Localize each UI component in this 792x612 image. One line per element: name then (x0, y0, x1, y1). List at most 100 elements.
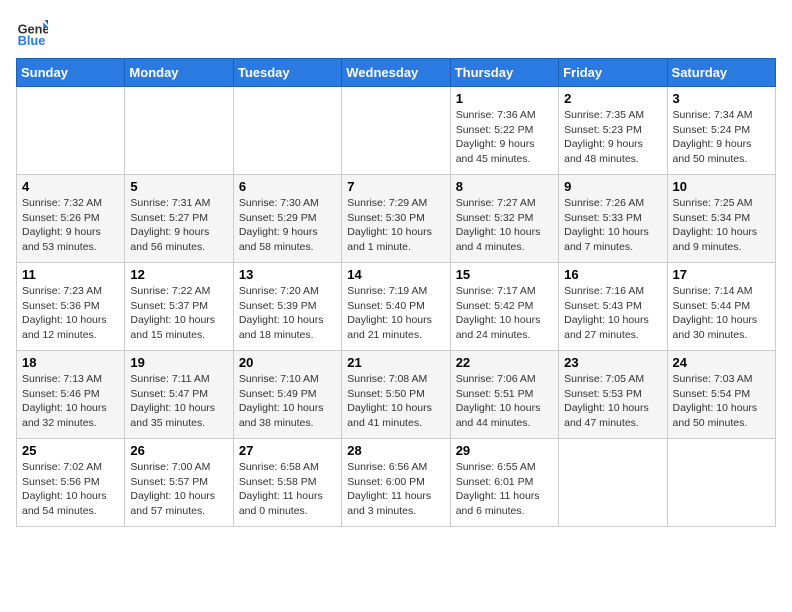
day-cell: 28 Sunrise: 6:56 AM Sunset: 6:00 PM Dayli… (342, 439, 450, 527)
day-info: Sunrise: 7:36 AM Sunset: 5:22 PM Dayligh… (456, 108, 553, 167)
day-cell: 14 Sunrise: 7:19 AM Sunset: 5:40 PM Dayli… (342, 263, 450, 351)
day-info: Sunrise: 7:05 AM Sunset: 5:53 PM Dayligh… (564, 372, 661, 431)
day-cell: 15 Sunrise: 7:17 AM Sunset: 5:42 PM Dayli… (450, 263, 558, 351)
day-number: 6 (239, 179, 336, 194)
day-cell: 25 Sunrise: 7:02 AM Sunset: 5:56 PM Dayli… (17, 439, 125, 527)
column-header-tuesday: Tuesday (233, 59, 341, 87)
day-number: 13 (239, 267, 336, 282)
day-info: Sunrise: 7:17 AM Sunset: 5:42 PM Dayligh… (456, 284, 553, 343)
day-number: 8 (456, 179, 553, 194)
day-info: Sunrise: 7:26 AM Sunset: 5:33 PM Dayligh… (564, 196, 661, 255)
day-info: Sunrise: 7:19 AM Sunset: 5:40 PM Dayligh… (347, 284, 444, 343)
day-cell: 5 Sunrise: 7:31 AM Sunset: 5:27 PM Daylig… (125, 175, 233, 263)
day-cell: 10Sunrise: 7:25 AM Sunset: 5:34 PM Dayli… (667, 175, 775, 263)
day-cell: 6 Sunrise: 7:30 AM Sunset: 5:29 PM Daylig… (233, 175, 341, 263)
day-number: 26 (130, 443, 227, 458)
day-cell (125, 87, 233, 175)
day-info: Sunrise: 7:31 AM Sunset: 5:27 PM Dayligh… (130, 196, 227, 255)
day-info: Sunrise: 7:30 AM Sunset: 5:29 PM Dayligh… (239, 196, 336, 255)
day-info: Sunrise: 7:10 AM Sunset: 5:49 PM Dayligh… (239, 372, 336, 431)
day-cell (559, 439, 667, 527)
day-cell: 24 Sunrise: 7:03 AM Sunset: 5:54 PM Dayli… (667, 351, 775, 439)
day-number: 17 (673, 267, 770, 282)
day-info: Sunrise: 7:34 AM Sunset: 5:24 PM Dayligh… (673, 108, 770, 167)
header-row: SundayMondayTuesdayWednesdayThursdayFrid… (17, 59, 776, 87)
day-info: Sunrise: 7:20 AM Sunset: 5:39 PM Dayligh… (239, 284, 336, 343)
day-number: 22 (456, 355, 553, 370)
day-info: Sunrise: 7:16 AM Sunset: 5:43 PM Dayligh… (564, 284, 661, 343)
day-number: 20 (239, 355, 336, 370)
day-cell: 2 Sunrise: 7:35 AM Sunset: 5:23 PM Daylig… (559, 87, 667, 175)
day-number: 19 (130, 355, 227, 370)
calendar-header: SundayMondayTuesdayWednesdayThursdayFrid… (17, 59, 776, 87)
day-cell (17, 87, 125, 175)
week-row-3: 11 Sunrise: 7:23 AM Sunset: 5:36 PM Dayli… (17, 263, 776, 351)
day-info: Sunrise: 7:23 AM Sunset: 5:36 PM Dayligh… (22, 284, 119, 343)
day-number: 18 (22, 355, 119, 370)
day-info: Sunrise: 7:35 AM Sunset: 5:23 PM Dayligh… (564, 108, 661, 167)
day-number: 12 (130, 267, 227, 282)
day-number: 1 (456, 91, 553, 106)
column-header-sunday: Sunday (17, 59, 125, 87)
day-cell (667, 439, 775, 527)
page-header: General Blue (16, 16, 776, 48)
day-cell: 12 Sunrise: 7:22 AM Sunset: 5:37 PM Dayli… (125, 263, 233, 351)
day-info: Sunrise: 7:00 AM Sunset: 5:57 PM Dayligh… (130, 460, 227, 519)
day-number: 15 (456, 267, 553, 282)
day-info: Sunrise: 7:32 AM Sunset: 5:26 PM Dayligh… (22, 196, 119, 255)
day-info: Sunrise: 7:13 AM Sunset: 5:46 PM Dayligh… (22, 372, 119, 431)
day-number: 2 (564, 91, 661, 106)
day-number: 28 (347, 443, 444, 458)
day-cell: 4 Sunrise: 7:32 AM Sunset: 5:26 PM Daylig… (17, 175, 125, 263)
column-header-wednesday: Wednesday (342, 59, 450, 87)
day-cell: 26 Sunrise: 7:00 AM Sunset: 5:57 PM Dayli… (125, 439, 233, 527)
day-number: 21 (347, 355, 444, 370)
day-cell: 9 Sunrise: 7:26 AM Sunset: 5:33 PM Daylig… (559, 175, 667, 263)
day-cell: 7Sunrise: 7:29 AM Sunset: 5:30 PM Daylig… (342, 175, 450, 263)
day-cell: 22Sunrise: 7:06 AM Sunset: 5:51 PM Dayli… (450, 351, 558, 439)
day-number: 3 (673, 91, 770, 106)
day-cell: 21 Sunrise: 7:08 AM Sunset: 5:50 PM Dayli… (342, 351, 450, 439)
day-number: 7 (347, 179, 444, 194)
day-cell: 19Sunrise: 7:11 AM Sunset: 5:47 PM Dayli… (125, 351, 233, 439)
day-cell: 18 Sunrise: 7:13 AM Sunset: 5:46 PM Dayli… (17, 351, 125, 439)
day-info: Sunrise: 7:14 AM Sunset: 5:44 PM Dayligh… (673, 284, 770, 343)
day-cell: 23 Sunrise: 7:05 AM Sunset: 5:53 PM Dayli… (559, 351, 667, 439)
day-info: Sunrise: 6:56 AM Sunset: 6:00 PM Dayligh… (347, 460, 444, 519)
column-header-thursday: Thursday (450, 59, 558, 87)
week-row-5: 25 Sunrise: 7:02 AM Sunset: 5:56 PM Dayli… (17, 439, 776, 527)
day-cell: 27Sunrise: 6:58 AM Sunset: 5:58 PM Dayli… (233, 439, 341, 527)
day-number: 5 (130, 179, 227, 194)
logo: General Blue (16, 16, 52, 48)
week-row-2: 4 Sunrise: 7:32 AM Sunset: 5:26 PM Daylig… (17, 175, 776, 263)
day-cell: 3 Sunrise: 7:34 AM Sunset: 5:24 PM Daylig… (667, 87, 775, 175)
day-info: Sunrise: 7:03 AM Sunset: 5:54 PM Dayligh… (673, 372, 770, 431)
day-number: 14 (347, 267, 444, 282)
day-number: 25 (22, 443, 119, 458)
day-number: 24 (673, 355, 770, 370)
day-number: 27 (239, 443, 336, 458)
day-cell: 16 Sunrise: 7:16 AM Sunset: 5:43 PM Dayli… (559, 263, 667, 351)
day-info: Sunrise: 6:55 AM Sunset: 6:01 PM Dayligh… (456, 460, 553, 519)
day-info: Sunrise: 7:08 AM Sunset: 5:50 PM Dayligh… (347, 372, 444, 431)
day-cell: 29 Sunrise: 6:55 AM Sunset: 6:01 PM Dayli… (450, 439, 558, 527)
day-number: 23 (564, 355, 661, 370)
day-number: 4 (22, 179, 119, 194)
week-row-1: 1 Sunrise: 7:36 AM Sunset: 5:22 PM Daylig… (17, 87, 776, 175)
week-row-4: 18 Sunrise: 7:13 AM Sunset: 5:46 PM Dayli… (17, 351, 776, 439)
day-cell: 17 Sunrise: 7:14 AM Sunset: 5:44 PM Dayli… (667, 263, 775, 351)
day-cell: 13 Sunrise: 7:20 AM Sunset: 5:39 PM Dayli… (233, 263, 341, 351)
day-cell (342, 87, 450, 175)
day-number: 11 (22, 267, 119, 282)
day-info: Sunrise: 7:22 AM Sunset: 5:37 PM Dayligh… (130, 284, 227, 343)
day-number: 9 (564, 179, 661, 194)
day-number: 16 (564, 267, 661, 282)
logo-icon: General Blue (16, 16, 48, 48)
column-header-saturday: Saturday (667, 59, 775, 87)
day-info: Sunrise: 7:02 AM Sunset: 5:56 PM Dayligh… (22, 460, 119, 519)
svg-text:Blue: Blue (18, 33, 46, 48)
day-info: Sunrise: 7:27 AM Sunset: 5:32 PM Dayligh… (456, 196, 553, 255)
day-number: 29 (456, 443, 553, 458)
day-info: Sunrise: 7:25 AM Sunset: 5:34 PM Dayligh… (673, 196, 770, 255)
day-cell: 20 Sunrise: 7:10 AM Sunset: 5:49 PM Dayli… (233, 351, 341, 439)
